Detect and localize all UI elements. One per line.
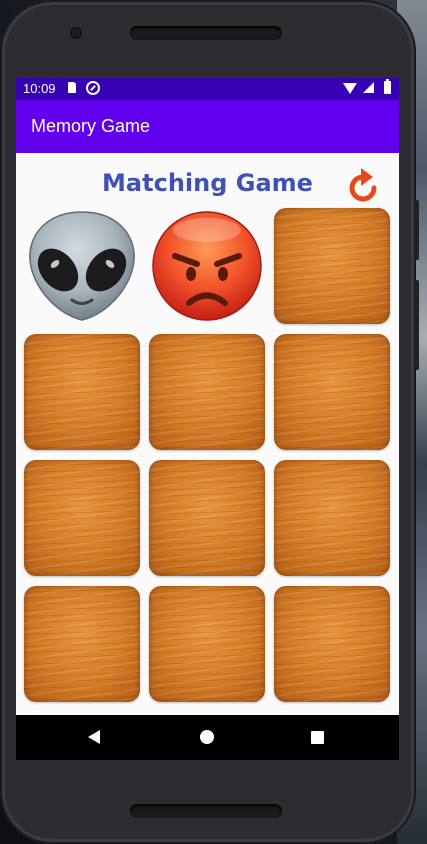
card-angry-face[interactable] (149, 208, 265, 324)
game-content: Matching Game (16, 153, 399, 715)
recents-icon[interactable] (311, 731, 324, 744)
front-camera (70, 27, 82, 39)
card-face-down[interactable] (274, 208, 390, 324)
sd-card-icon (68, 82, 76, 93)
angry-face-icon (152, 211, 262, 321)
card-face-down[interactable] (274, 586, 390, 702)
card-face-down[interactable] (24, 460, 140, 576)
phone-screen: 10:09 Memory Game Matching Game (16, 78, 399, 760)
status-time: 10:09 (23, 81, 56, 96)
back-icon[interactable] (88, 730, 100, 744)
restart-icon[interactable] (347, 166, 381, 206)
card-face-down[interactable] (149, 334, 265, 450)
battery-icon (384, 79, 391, 94)
card-face-down[interactable] (274, 460, 390, 576)
wifi-icon (343, 83, 357, 94)
card-face-down[interactable] (274, 334, 390, 450)
earpiece-speaker (130, 26, 282, 40)
app-title: Memory Game (31, 116, 151, 136)
app-bar: Memory Game (16, 100, 399, 153)
power-button[interactable] (415, 280, 419, 370)
volume-button[interactable] (415, 200, 419, 260)
alien-icon (29, 211, 135, 321)
navigation-bar (16, 715, 399, 760)
game-title: Matching Game (102, 169, 313, 197)
card-face-down[interactable] (149, 586, 265, 702)
card-face-down[interactable] (24, 334, 140, 450)
card-face-down[interactable] (149, 460, 265, 576)
home-icon[interactable] (200, 730, 214, 744)
signal-icon (363, 82, 374, 93)
card-alien[interactable] (24, 208, 140, 324)
card-face-down[interactable] (24, 586, 140, 702)
status-bar: 10:09 (16, 78, 399, 100)
bottom-speaker (130, 804, 282, 818)
sync-icon (86, 81, 100, 95)
phone-frame: 10:09 Memory Game Matching Game (0, 0, 419, 844)
